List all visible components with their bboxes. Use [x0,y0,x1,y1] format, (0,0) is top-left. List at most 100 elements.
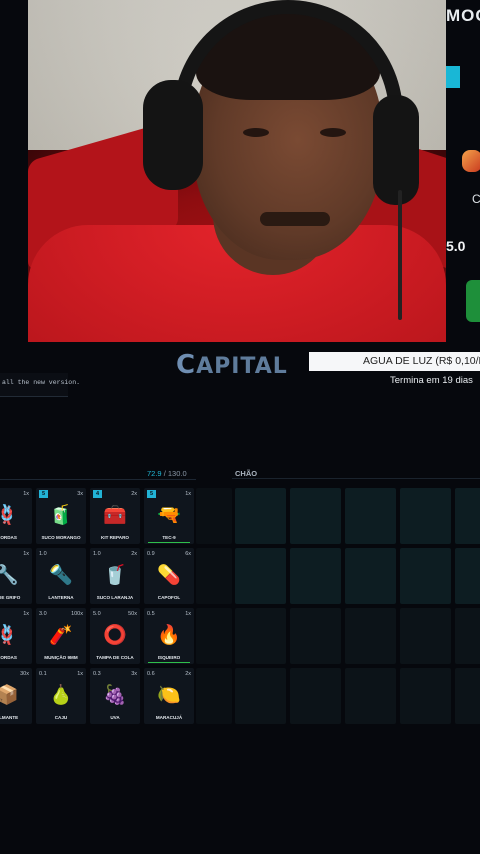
inventory-grid: 1x 🪢 CORDAS 5 3x 🧃 SUCO MORANGO 4 2x 🧰 KIT REPARO 5… [0,488,194,724]
slot-quantity: 1x [77,671,83,677]
inventory-slot[interactable]: 1.0 2x 🥤 SUCO LARANJA [90,548,140,604]
hud-title-fragment: MOC [446,6,480,25]
slot-quantity: 50x [128,611,137,617]
slot-quantity: 2x [131,491,137,497]
slot-name: MUNIÇÃO 9MM [44,655,78,660]
floor-slot[interactable] [455,548,480,604]
floor-slot[interactable] [235,488,286,544]
flashlight-icon: 🔦 [49,565,73,586]
logo-rest: APITAL [196,354,288,379]
slot-badge: 4 [93,490,102,498]
webcam-overlay [28,0,446,342]
rope-icon: 🪢 [0,625,19,646]
inventory-slot[interactable]: 0.3 3x 🍇 UVA [90,668,140,724]
hud-green-button[interactable] [466,280,480,322]
floor-slot[interactable] [400,608,451,664]
hud-item-icon[interactable] [462,150,480,172]
inventory-slot[interactable]: 1x 🪢 CORDAS [0,488,32,544]
floor-slot[interactable] [345,608,396,664]
inventory-slot[interactable]: 3.0 100x 🧨 MUNIÇÃO 9MM [36,608,86,664]
capsule-icon: 💊 [157,565,181,586]
slot-name: UVA [110,715,120,720]
weight-separator: / [163,469,166,478]
slot-weight: 1.0 [39,551,47,557]
floor-slot[interactable] [290,548,341,604]
slot-name: TEC-9 [162,535,176,540]
slot-quantity: 1x [23,491,29,497]
inventory-slot[interactable]: 5.0 50x ⭕ TAMPA DE COLA [90,608,140,664]
inventory-slot[interactable]: 0.1 1x 🍐 CAJU [36,668,86,724]
slot-name: LANTERNA [48,595,74,600]
floor-divider [232,478,480,479]
hud-item-label: C [472,192,480,206]
floor-slot[interactable] [290,668,341,724]
floor-slot[interactable] [455,668,480,724]
slot-name: KIT REPARO [101,535,129,540]
slot-weight: 5.0 [93,611,101,617]
slot-weight: 0.5 [147,611,155,617]
inventory-slot[interactable]: 5 3x 🧃 SUCO MORANGO [36,488,86,544]
slot-badge: 5 [147,490,156,498]
slot-quantity: 1x [23,551,29,557]
pistol-icon: 🔫 [157,505,181,526]
hud-accent-tab[interactable] [446,66,460,88]
inventory-slot[interactable]: 0.6 2x 🍋 MARACUJÁ [144,668,194,724]
rope-icon: 🪢 [0,505,19,526]
floor-slot[interactable] [290,608,341,664]
weight-current: 72.9 [147,469,162,478]
slot-weight: 1.0 [93,551,101,557]
inventory-slot[interactable]: 0.9 6x 💊 CAPOFOL [144,548,194,604]
floor-slot[interactable] [345,668,396,724]
console-box: all the new version. [0,373,80,397]
slot-name: CORDAS [0,655,17,660]
inventory-slot[interactable]: 1.0 🔦 LANTERNA [36,548,86,604]
announcement-text: AGUA DE LUZ (R$ 0,10/R$ 200, [363,355,480,367]
floor-slot[interactable] [235,608,286,664]
headphone-earcup-right [373,95,419,205]
console-text: all the new version. [2,379,81,386]
floor-slot[interactable] [345,488,396,544]
floor-slot[interactable] [235,668,286,724]
slot-weight: 0.1 [39,671,47,677]
slot-quantity: 2x [185,671,191,677]
game-screen: { "hud": { "title_fragment": "MOC", "c_f… [0,0,480,854]
slot-name: CAPOFOL [157,595,181,600]
strawberry-juice-icon: 🧃 [49,505,73,526]
floor-label: CHÃO [235,469,258,478]
durability-bar [148,661,190,663]
inventory-slot[interactable]: 5 1x 🔫 TEC-9 [144,488,194,544]
slot-name: ALMANTE [0,715,19,720]
floor-gap-cell [196,608,232,664]
floor-slot[interactable] [400,668,451,724]
floor-slot[interactable] [400,488,451,544]
wrench-icon: 🔧 [0,565,19,586]
announcement-subtext: Termina em 19 dias [390,375,473,386]
floor-slot[interactable] [345,548,396,604]
inventory-slot[interactable]: 4 2x 🧰 KIT REPARO [90,488,140,544]
slot-quantity: 6x [185,551,191,557]
headphone-earcup-left [143,80,203,190]
inventory-slot[interactable]: 30x 📦 ALMANTE [0,668,32,724]
slot-name: ISQUEIRO [157,655,181,660]
box-icon: 📦 [0,685,19,706]
floor-gap-cell [196,488,232,544]
slot-quantity: 100x [71,611,83,617]
floor-slot[interactable] [235,548,286,604]
slot-weight: 0.6 [147,671,155,677]
hud-number: 5.0 [446,238,466,254]
inventory-slot[interactable]: 1x 🔧 E DE GRIFO [0,548,32,604]
slot-quantity: 2x [131,551,137,557]
floor-gap-cell [196,668,232,724]
orange-juice-icon: 🥤 [103,565,127,586]
slot-quantity: 1x [185,491,191,497]
floor-slot[interactable] [400,548,451,604]
floor-slot[interactable] [455,608,480,664]
floor-slot[interactable] [290,488,341,544]
slot-weight: 3.0 [39,611,47,617]
slot-weight: 0.9 [147,551,155,557]
passion-fruit-icon: 🍋 [157,685,181,706]
slot-quantity: 3x [131,671,137,677]
floor-slot[interactable] [455,488,480,544]
inventory-slot[interactable]: 0.5 1x 🔥 ISQUEIRO [144,608,194,664]
inventory-slot[interactable]: 1x 🪢 CORDAS [0,608,32,664]
